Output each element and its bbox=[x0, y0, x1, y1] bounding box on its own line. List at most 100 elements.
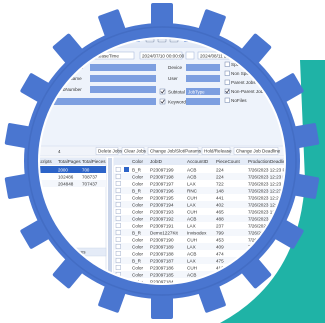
jobs-cell: ACB bbox=[187, 174, 196, 179]
jobs-cell: P23097198 bbox=[150, 174, 174, 179]
device-input[interactable] bbox=[186, 64, 220, 71]
jobs-cell: LAX bbox=[187, 244, 196, 249]
row-checkbox[interactable] bbox=[115, 222, 121, 228]
jobs-cell: LAX bbox=[187, 181, 196, 186]
jobs-cell: P23097188 bbox=[150, 251, 174, 256]
jobs-cell: 722 bbox=[216, 181, 224, 186]
reprint-label: Change Job Deadline bbox=[236, 149, 281, 154]
jobs-cell: B_R bbox=[132, 167, 142, 172]
keyword-label: Keyword bbox=[168, 100, 186, 105]
jobs-cell: ACB bbox=[187, 251, 196, 256]
summary-cell: 700 bbox=[82, 167, 90, 172]
jobs-cell: RNC bbox=[187, 188, 198, 193]
jobs-cell: Color bbox=[132, 223, 143, 228]
delete-jobs-label: Delete Jobs bbox=[98, 149, 123, 154]
row-checkbox[interactable] bbox=[115, 180, 121, 186]
parent-checkbox[interactable] bbox=[224, 79, 230, 85]
jobs-cell: P23097197 bbox=[150, 181, 174, 186]
jobs-cell: Invisodex bbox=[187, 230, 207, 235]
accountid-input[interactable] bbox=[90, 64, 156, 71]
summary-row-selected[interactable] bbox=[30, 166, 106, 173]
device-label: Device bbox=[168, 65, 182, 70]
jobnumber-input[interactable] bbox=[90, 86, 156, 93]
gear-tooth bbox=[151, 293, 173, 319]
jobs-cell: P23097193 bbox=[150, 209, 174, 214]
jobs-cell: Color bbox=[132, 265, 143, 270]
jobs-cell: Color bbox=[132, 195, 143, 200]
date-from-value: 2024/07/10 00:00:00 bbox=[142, 54, 185, 59]
jobs-cell: CUH bbox=[187, 195, 197, 200]
row-checkbox[interactable] bbox=[115, 265, 121, 270]
row-checkbox[interactable] bbox=[115, 173, 121, 179]
summary-cell: 2000 bbox=[58, 167, 68, 172]
row-checkbox[interactable] bbox=[115, 250, 121, 256]
jobs-cell: 475 bbox=[216, 258, 224, 263]
jobs-cell: P23097185 bbox=[150, 272, 174, 277]
jobs-cell: 488 bbox=[216, 216, 224, 221]
nofiles-checkbox[interactable] bbox=[224, 97, 230, 103]
jobs-cell: B_R bbox=[132, 230, 142, 235]
row-checkbox[interactable] bbox=[115, 194, 121, 200]
gear-tooth bbox=[151, 3, 173, 29]
row-checkbox[interactable] bbox=[115, 201, 121, 207]
jobs-cell: CUH bbox=[187, 209, 197, 214]
row-checkbox[interactable] bbox=[115, 215, 121, 221]
jobs-cell: 409 bbox=[216, 244, 224, 249]
jobs-cell: P23097191 bbox=[150, 223, 174, 228]
user-label: User bbox=[168, 76, 178, 81]
summary-cell: 708737 bbox=[82, 174, 98, 179]
jobs-cell: Color bbox=[132, 202, 143, 207]
user-input[interactable] bbox=[186, 75, 220, 82]
clear-jobs-label: Clear Jobs bbox=[124, 149, 147, 154]
subtotal-value: JobType bbox=[188, 90, 205, 95]
jobs-cell: B_R bbox=[132, 258, 142, 263]
nofiles-label: NoFiles bbox=[231, 98, 247, 103]
jobs-cell: 224 bbox=[216, 167, 224, 172]
special-checkbox[interactable] bbox=[224, 61, 230, 67]
jobs-header: ProductionDeadline bbox=[248, 159, 289, 164]
jobs-cell: 7/26/2023 12:23 PM bbox=[248, 167, 290, 172]
subtotal-label: Subtotal bbox=[168, 90, 185, 95]
jobs-cell: LAX bbox=[187, 258, 196, 263]
jobs-cell: Color bbox=[132, 237, 143, 242]
jobs-cell: 441 bbox=[216, 195, 224, 200]
jobs-cell: LAX bbox=[187, 202, 196, 207]
jobs-cell: Color bbox=[132, 272, 143, 277]
jobs-cell: ACB bbox=[187, 216, 196, 221]
jobs-cell: P23097199 bbox=[150, 167, 174, 172]
row-checkbox[interactable] bbox=[115, 243, 121, 249]
jobs-header: AccountID bbox=[187, 159, 209, 164]
row-checkbox[interactable] bbox=[115, 258, 121, 263]
jobs-cell: CUH bbox=[187, 237, 197, 242]
jobs-header: JobID bbox=[150, 159, 163, 164]
jobs-cell: 224 bbox=[216, 174, 224, 179]
gear-screenshot-graphic: FieldName ReleaseTime 2024/07/10 00:00:0… bbox=[0, 0, 325, 323]
jobs-cell: P23097190 bbox=[150, 237, 174, 242]
row-checkbox[interactable] bbox=[115, 208, 121, 214]
jobs-cell: Color bbox=[132, 181, 143, 186]
nonspecial-checkbox[interactable] bbox=[224, 70, 230, 76]
jobs-cell: P23097186 bbox=[150, 265, 174, 270]
jobs-cell: 237 bbox=[216, 223, 224, 228]
jobs-cell: 465 bbox=[216, 209, 224, 214]
summary-cell: 102486 bbox=[58, 174, 74, 179]
jobs-row[interactable] bbox=[114, 257, 300, 264]
jobs-cell: Color bbox=[132, 251, 143, 256]
keyword-input[interactable] bbox=[186, 98, 220, 105]
jobs-cell: ACB bbox=[187, 272, 196, 277]
row-checkbox[interactable] bbox=[115, 236, 121, 242]
jobs-cell: P23097189 bbox=[150, 244, 174, 249]
jobs-cell: Color bbox=[132, 174, 143, 179]
jobs-cell: ACB bbox=[187, 167, 196, 172]
jobname-input[interactable] bbox=[90, 75, 156, 82]
calendar-icon[interactable] bbox=[185, 51, 195, 60]
row-checkbox[interactable] bbox=[115, 229, 121, 235]
jobs-cell: P23097195 bbox=[150, 195, 174, 200]
jobs-cell: 474 bbox=[216, 251, 224, 256]
jobs-cell: CUH bbox=[187, 265, 197, 270]
jobs-cell: 453 bbox=[216, 237, 224, 242]
row-checkbox[interactable] bbox=[115, 187, 121, 193]
jobs-cell: 402 bbox=[216, 202, 224, 207]
jobs-cell: P23097192 bbox=[150, 216, 174, 221]
row-checkbox[interactable] bbox=[115, 166, 121, 172]
